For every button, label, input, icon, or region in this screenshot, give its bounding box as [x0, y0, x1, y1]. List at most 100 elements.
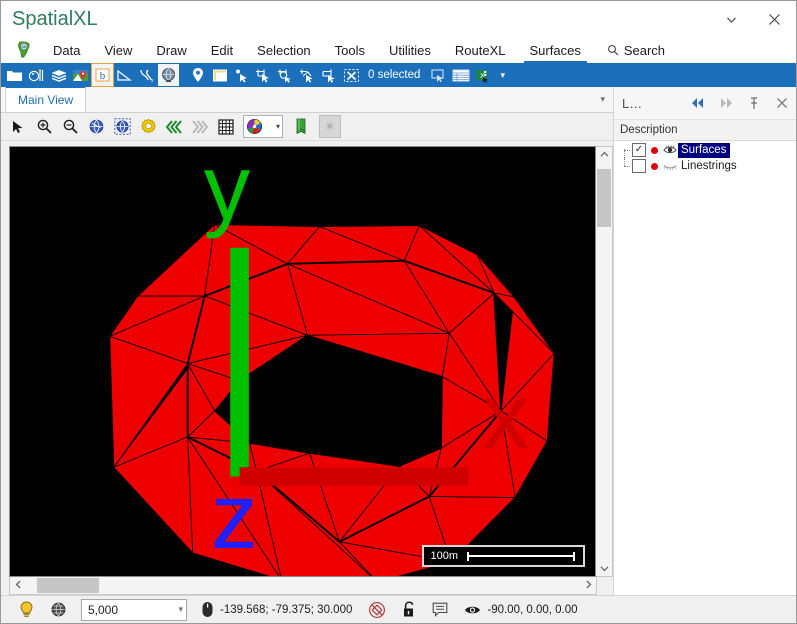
- menu-item-draw[interactable]: Draw: [144, 37, 198, 63]
- tab-label: Main View: [18, 93, 74, 107]
- menu-item-label: View: [104, 42, 133, 58]
- layers-close-button[interactable]: [768, 91, 796, 115]
- map-scale-caret[interactable]: ▾: [178, 604, 183, 615]
- canvas-row: y x z 100m: [9, 146, 613, 577]
- coordinate-tool-button[interactable]: x: [136, 64, 157, 86]
- palette-tools-icon: [28, 68, 44, 81]
- selection-window-button[interactable]: [428, 64, 449, 86]
- menu-item-selection[interactable]: Selection: [245, 37, 322, 63]
- layers-column-header: Description: [614, 120, 796, 141]
- select-circle-button[interactable]: [275, 64, 296, 86]
- select-polygon-button[interactable]: [319, 64, 340, 86]
- scroll-down-button[interactable]: [596, 561, 612, 576]
- layer-eye-open-icon[interactable]: [662, 145, 678, 155]
- menu-item-view[interactable]: View: [92, 37, 144, 63]
- zoom-in-button[interactable]: [32, 115, 56, 138]
- app-logo[interactable]: AB: [7, 37, 41, 63]
- zoom-selection-button[interactable]: [110, 115, 134, 138]
- 3d-viewport[interactable]: y x z 100m: [9, 146, 596, 577]
- search-icon: [607, 45, 619, 56]
- layers-stack-button[interactable]: [48, 64, 69, 86]
- layer-row-surfaces[interactable]: ✓ Surfaces: [614, 142, 796, 158]
- layer-color-swatch[interactable]: [651, 146, 658, 154]
- status-globe[interactable]: [42, 597, 75, 622]
- layer-row-linestrings[interactable]: Linestrings: [614, 158, 796, 174]
- scale-bar-label: 100m: [430, 550, 458, 562]
- menu-item-utilities[interactable]: Utilities: [377, 37, 443, 63]
- export-excel-button[interactable]: X: [472, 64, 493, 86]
- select-rectangle-button[interactable]: [253, 64, 274, 86]
- layer-eye-closed-icon[interactable]: [662, 161, 678, 171]
- grid-button[interactable]: [214, 115, 238, 138]
- palette-tools-button[interactable]: [26, 64, 47, 86]
- select-point-button[interactable]: [231, 64, 252, 86]
- color-palette-dropdown[interactable]: ▾: [243, 115, 283, 138]
- minimize-ribbon-button[interactable]: [710, 4, 752, 34]
- horizontal-scroll-thumb[interactable]: [37, 578, 99, 593]
- menu-item-surfaces[interactable]: Surfaces: [518, 37, 593, 63]
- forward-next-icon: [192, 119, 209, 134]
- attribute-table-button[interactable]: [450, 64, 471, 86]
- menu-search[interactable]: Search: [593, 37, 675, 63]
- layer-visibility-checkbox-surfaces[interactable]: ✓: [632, 143, 646, 157]
- chevron-down-icon: [726, 17, 736, 23]
- viewport-horizontal-scrollbar[interactable]: [9, 577, 597, 595]
- viewport-vertical-scrollbar[interactable]: [596, 146, 613, 577]
- mouse-icon: [202, 602, 213, 617]
- measure-angle-button[interactable]: [114, 64, 135, 86]
- selection-window-icon: [431, 68, 444, 82]
- select-lasso-button[interactable]: [297, 64, 318, 86]
- close-icon: [777, 98, 787, 108]
- green-flag-button[interactable]: [289, 115, 313, 138]
- settings-gear-button[interactable]: [136, 115, 160, 138]
- zoom-extents-button[interactable]: [84, 115, 108, 138]
- status-snap-toggle[interactable]: [360, 597, 394, 622]
- layers-panel-title: L...: [622, 95, 643, 111]
- status-lock-toggle[interactable]: [394, 597, 424, 622]
- status-lightbulb[interactable]: [11, 597, 42, 622]
- open-folder-button[interactable]: [4, 64, 25, 86]
- column-header-description: Description: [620, 124, 678, 136]
- layers-pin-button[interactable]: [740, 91, 768, 115]
- chevron-up-icon: [600, 151, 608, 157]
- scroll-up-button[interactable]: [596, 147, 612, 162]
- scroll-left-button[interactable]: [10, 577, 26, 592]
- scale-bar-ruler: [467, 551, 575, 561]
- menu-item-edit[interactable]: Edit: [199, 37, 245, 63]
- rewind-previous-button[interactable]: [162, 115, 186, 138]
- layer-color-swatch[interactable]: [651, 162, 658, 170]
- map-scale-dropdown[interactable]: 5,000 ▾: [81, 598, 187, 621]
- layers-back-button[interactable]: [684, 91, 712, 115]
- zoom-out-button[interactable]: [58, 115, 82, 138]
- status-view-angles: -90.00, 0.00, 0.00: [456, 597, 585, 622]
- globe-button[interactable]: [158, 64, 179, 86]
- menu-item-routexl[interactable]: RouteXL: [443, 37, 518, 63]
- layer-name: Linestrings: [681, 159, 737, 172]
- layers-stack-icon: [51, 69, 66, 82]
- selected-count-label: 0 selected: [368, 69, 421, 81]
- globe-status-icon: [51, 602, 66, 617]
- axis-label-z: z: [211, 464, 257, 548]
- status-annotation[interactable]: [424, 597, 456, 622]
- close-window-button[interactable]: [752, 4, 796, 34]
- pointer-arrow-button[interactable]: [6, 115, 30, 138]
- location-pin-button[interactable]: [187, 64, 208, 86]
- note-window-button[interactable]: [209, 64, 230, 86]
- map-pin-image-icon: [73, 69, 88, 81]
- forward-next-button[interactable]: [188, 115, 212, 138]
- scroll-right-button[interactable]: [580, 577, 596, 592]
- map-pin-image-button[interactable]: [70, 64, 91, 86]
- layer-visibility-checkbox-linestrings[interactable]: [632, 159, 646, 173]
- palette-caret[interactable]: ▾: [276, 122, 280, 131]
- main-body: Main View ▾ ▾ ✳ y x z 100m L... Descript…: [1, 86, 796, 595]
- tabstrip-overflow-caret[interactable]: ▾: [600, 94, 605, 105]
- basemap-button[interactable]: b: [91, 63, 114, 87]
- coordinates-value: -139.568; -79.375; 30.000: [220, 603, 353, 616]
- menu-item-tools[interactable]: Tools: [323, 37, 377, 63]
- toolbar-overflow-caret[interactable]: ▾: [494, 70, 511, 81]
- tab-main-view[interactable]: Main View: [5, 86, 87, 112]
- menu-item-data[interactable]: Data: [41, 37, 92, 63]
- vertical-scroll-thumb[interactable]: [597, 169, 611, 227]
- clear-selection-button[interactable]: [341, 64, 362, 86]
- layers-forward-button[interactable]: [712, 91, 740, 115]
